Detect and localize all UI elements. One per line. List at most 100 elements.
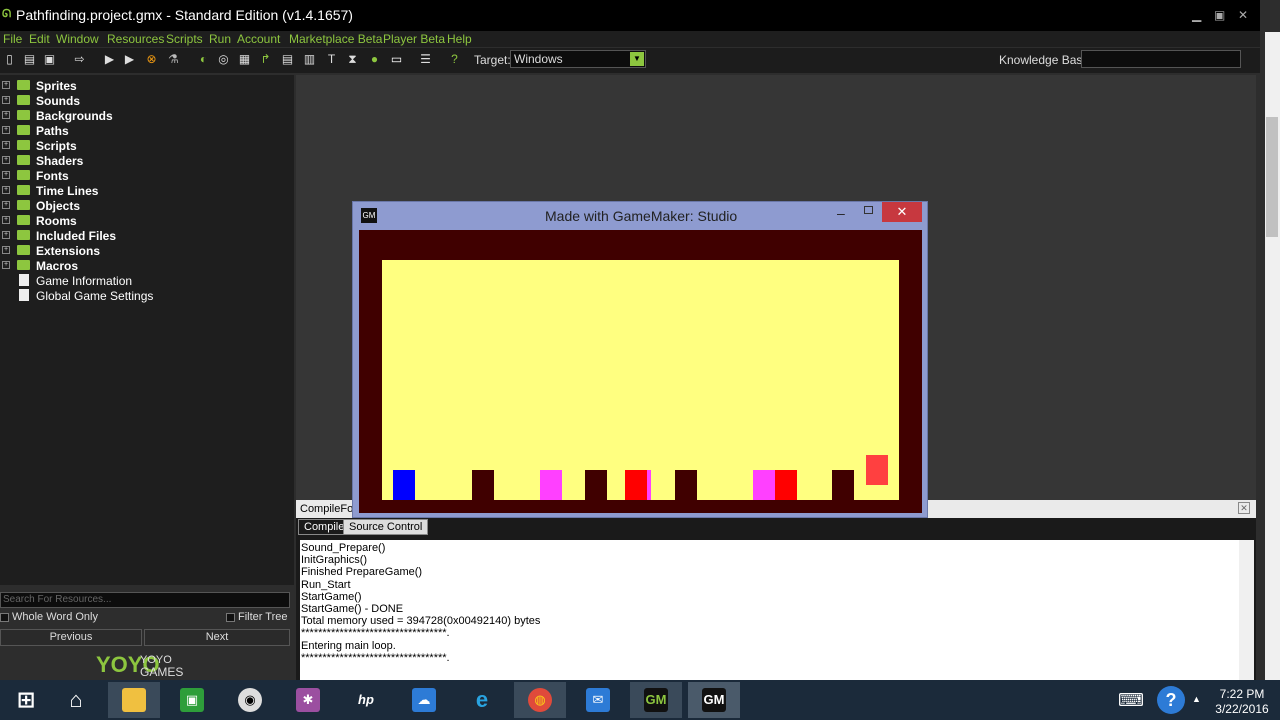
font-icon[interactable]: T	[324, 52, 339, 67]
menu-help[interactable]: Help	[447, 32, 472, 46]
expand-icon[interactable]: +	[2, 156, 10, 164]
expand-icon[interactable]: +	[2, 126, 10, 134]
taskbar-file-explorer[interactable]	[108, 682, 160, 718]
taskbar-gamemaker[interactable]: GM	[630, 682, 682, 718]
game-minimize-button[interactable]: –	[837, 205, 845, 221]
sprite-icon[interactable]: ◐	[196, 52, 211, 67]
timeline-icon[interactable]: ⧗	[345, 52, 360, 67]
taskbar-camera[interactable]: ◉	[224, 682, 276, 718]
tree-item-backgrounds[interactable]: + Backgrounds	[0, 108, 290, 123]
menu-player-beta[interactable]: Player Beta	[383, 32, 445, 46]
object-icon[interactable]: ●	[367, 52, 382, 67]
expand-icon[interactable]: +	[2, 171, 10, 179]
game-maximize-button[interactable]	[864, 206, 873, 214]
tree-item-included-files[interactable]: + Included Files	[0, 228, 290, 243]
start-button[interactable]: ⊞	[0, 682, 52, 718]
taskbar-game-runner[interactable]: GM	[688, 682, 740, 718]
filter-tree-checkbox[interactable]: Filter Tree	[226, 611, 288, 623]
menu-run[interactable]: Run	[209, 32, 231, 46]
export-icon[interactable]: ⇨	[72, 52, 87, 67]
taskbar-mail[interactable]: ✉	[572, 682, 624, 718]
clean-icon[interactable]: ⚗	[166, 52, 181, 67]
expand-icon[interactable]: +	[2, 111, 10, 119]
taskbar-internet-explorer[interactable]: e	[456, 682, 508, 718]
tree-item-rooms[interactable]: + Rooms	[0, 213, 290, 228]
tree-item-label: Paths	[36, 124, 69, 138]
expand-icon[interactable]: +	[2, 201, 10, 209]
menu-file[interactable]: File	[3, 32, 22, 46]
chevron-up-icon[interactable]: ▲	[1192, 694, 1201, 704]
taskbar-cloud[interactable]: ☁	[398, 682, 450, 718]
script-icon[interactable]: ▤	[280, 52, 295, 67]
game-close-button[interactable]: ✕	[882, 202, 922, 222]
help-icon[interactable]: ?	[1157, 686, 1185, 714]
tree-item-paths[interactable]: + Paths	[0, 123, 290, 138]
expand-icon[interactable]: +	[2, 246, 10, 254]
close-button[interactable]: ✕	[1238, 8, 1248, 22]
expand-icon[interactable]: +	[2, 96, 10, 104]
log-scrollbar[interactable]	[1239, 540, 1254, 680]
whole-word-only-checkbox[interactable]: Whole Word Only	[0, 611, 98, 623]
taskbar-chrome[interactable]: ◍	[514, 682, 566, 718]
tray-date[interactable]: 3/22/2016	[1212, 702, 1272, 716]
tree-item-extensions[interactable]: + Extensions	[0, 243, 290, 258]
scrollbar-thumb[interactable]	[1266, 117, 1278, 237]
menu-resources[interactable]: Resources	[107, 32, 164, 46]
expand-icon[interactable]: +	[2, 231, 10, 239]
expand-icon[interactable]: +	[2, 261, 10, 269]
tree-item-sounds[interactable]: + Sounds	[0, 93, 290, 108]
photos-icon: ✱	[296, 688, 320, 712]
tab-source-control[interactable]: Source Control	[343, 519, 429, 535]
next-button[interactable]: Next	[144, 629, 290, 646]
taskbar-store[interactable]: ▣	[166, 682, 218, 718]
expand-icon[interactable]: +	[2, 216, 10, 224]
checkbox-icon[interactable]	[0, 612, 9, 622]
keyboard-icon[interactable]: ⌨	[1118, 690, 1144, 711]
help-icon[interactable]: ?	[447, 52, 462, 67]
open-file-icon[interactable]: ▤	[22, 52, 37, 67]
tree-item-game-information[interactable]: Game Information	[0, 273, 290, 288]
run-icon[interactable]: ▶	[102, 52, 117, 67]
menu-marketplace-beta[interactable]: Marketplace Beta	[289, 32, 382, 46]
stop-icon[interactable]: ⊗	[144, 52, 159, 67]
game-canvas[interactable]	[359, 230, 922, 513]
menu-account[interactable]: Account	[237, 32, 280, 46]
checkbox-icon[interactable]	[226, 612, 235, 622]
expand-icon[interactable]: +	[2, 186, 10, 194]
tree-item-shaders[interactable]: + Shaders	[0, 153, 290, 168]
menu-scripts[interactable]: Scripts	[166, 32, 203, 46]
minimize-button[interactable]: ▁	[1192, 8, 1201, 22]
main-scrollbar[interactable]	[1265, 32, 1280, 680]
sound-icon[interactable]: ◎	[216, 52, 231, 67]
tree-item-objects[interactable]: + Objects	[0, 198, 290, 213]
tree-item-sprites[interactable]: + Sprites	[0, 78, 290, 93]
tree-item-scripts[interactable]: + Scripts	[0, 138, 290, 153]
tray-time[interactable]: 7:22 PM	[1212, 687, 1272, 701]
expand-icon[interactable]: +	[2, 141, 10, 149]
tree-item-macros[interactable]: + Macros	[0, 258, 290, 273]
tree-item-global-game-settings[interactable]: Global Game Settings	[0, 288, 290, 303]
background-icon[interactable]: ▦	[237, 52, 252, 67]
path-icon[interactable]: ↱	[258, 52, 273, 67]
taskbar-photos[interactable]: ✱	[282, 682, 334, 718]
debug-run-icon[interactable]: ▶	[122, 52, 137, 67]
game-settings-icon[interactable]: ☰	[418, 52, 433, 67]
shader-icon[interactable]: ▥	[302, 52, 317, 67]
taskbar-home[interactable]: ⌂	[50, 682, 102, 718]
tree-item-fonts[interactable]: + Fonts	[0, 168, 290, 183]
close-panel-icon[interactable]: ✕	[1238, 502, 1250, 514]
menu-window[interactable]: Window	[56, 32, 99, 46]
menu-edit[interactable]: Edit	[29, 32, 50, 46]
new-file-icon[interactable]: ▯	[2, 52, 17, 67]
maximize-button[interactable]: ▣	[1214, 8, 1225, 22]
chevron-down-icon[interactable]: ▼	[630, 52, 644, 66]
room-icon[interactable]: ▭	[389, 52, 404, 67]
previous-button[interactable]: Previous	[0, 629, 142, 646]
search-resources-input[interactable]: Search For Resources...	[0, 592, 290, 608]
target-select[interactable]: Windows ▼	[510, 50, 646, 68]
knowledge-base-input[interactable]	[1081, 50, 1241, 68]
expand-icon[interactable]: +	[2, 81, 10, 89]
tree-item-time-lines[interactable]: + Time Lines	[0, 183, 290, 198]
taskbar-hp[interactable]: hp	[340, 682, 392, 718]
save-icon[interactable]: ▣	[42, 52, 57, 67]
